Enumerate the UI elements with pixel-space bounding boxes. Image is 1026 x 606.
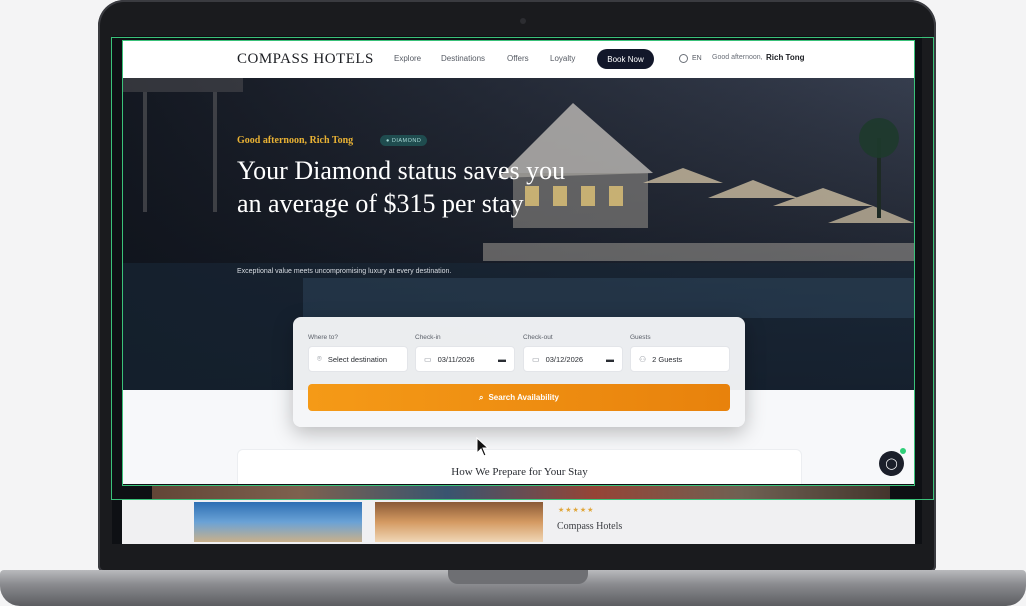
diamond-status-badge: ● DIAMOND [380,135,428,146]
checkout-date-input[interactable]: ▭ 03/12/2026 ▬ [523,346,623,372]
nav-link-destinations[interactable]: Destinations [441,54,485,63]
rating-stars: ★★★★★ [558,507,595,514]
lower-image-beach [194,502,362,542]
hero-subtitle: Exceptional value meets uncompromising l… [237,268,452,275]
chat-online-indicator [900,448,906,454]
taskbar-strip [152,486,890,500]
hero-headline: Your Diamond status saves you an average… [237,156,566,218]
users-icon: ⚇ [639,354,647,364]
location-pin-icon: ⌾ [317,354,322,363]
globe-icon [679,54,688,63]
where-label: Where to? [308,334,338,341]
top-navigation: COMPASS HOTELS Explore Destinations Offe… [123,41,914,78]
language-label: EN [692,55,702,62]
nav-greeting: Good afternoon, [712,54,763,61]
checkin-label: Check-in [415,334,441,341]
guests-label: Guests [630,334,651,341]
calendar-icon: ▭ [424,354,432,364]
language-selector[interactable]: EN [679,54,702,63]
checkin-value: 03/11/2026 [437,354,475,364]
guests-value: 2 Guests [652,354,683,364]
chat-bubble-icon: ◯ [885,458,898,470]
checkout-value: 03/12/2026 [545,354,584,364]
calendar-icon: ▭ [532,354,540,364]
brand-logo[interactable]: COMPASS HOTELS [237,51,374,68]
user-name-menu[interactable]: Rich Tong [766,53,805,62]
lower-image-room [375,502,543,542]
search-button-label: Search Availability [488,393,560,402]
checkin-date-input[interactable]: ▭ 03/11/2026 ▬ [415,346,515,372]
webcam [520,18,526,24]
lower-brand-text: Compass Hotels [557,521,623,532]
hero-greeting: Good afternoon, Rich Tong [237,135,354,146]
nav-link-loyalty[interactable]: Loyalty [550,54,575,63]
book-now-button[interactable]: Book Now [597,49,654,69]
chat-button[interactable]: ◯ [879,451,904,476]
mouse-cursor-icon [476,437,490,457]
website-viewport: COMPASS HOTELS Explore Destinations Offe… [123,41,914,484]
checkout-label: Check-out [523,334,553,341]
nav-link-offers[interactable]: Offers [507,54,529,63]
search-availability-button[interactable]: ⌕ Search Availability [308,384,730,411]
laptop-opening-notch [448,570,588,584]
search-icon: ⌕ [478,392,484,402]
destination-value: Select destination [327,354,388,364]
booking-search-card: Where to? ⌾ Select destination Check-in … [293,317,745,427]
prepare-section-card: How We Prepare for Your Stay [237,449,802,484]
prepare-section-title: How We Prepare for Your Stay [451,466,588,478]
date-picker-icon[interactable]: ▬ [606,355,614,364]
screen-bezel-bottom [112,544,922,570]
destination-select[interactable]: ⌾ Select destination [308,346,408,372]
nav-link-explore[interactable]: Explore [394,54,421,63]
guests-select[interactable]: ⚇ 2 Guests [630,346,730,372]
date-picker-icon[interactable]: ▬ [498,355,506,364]
